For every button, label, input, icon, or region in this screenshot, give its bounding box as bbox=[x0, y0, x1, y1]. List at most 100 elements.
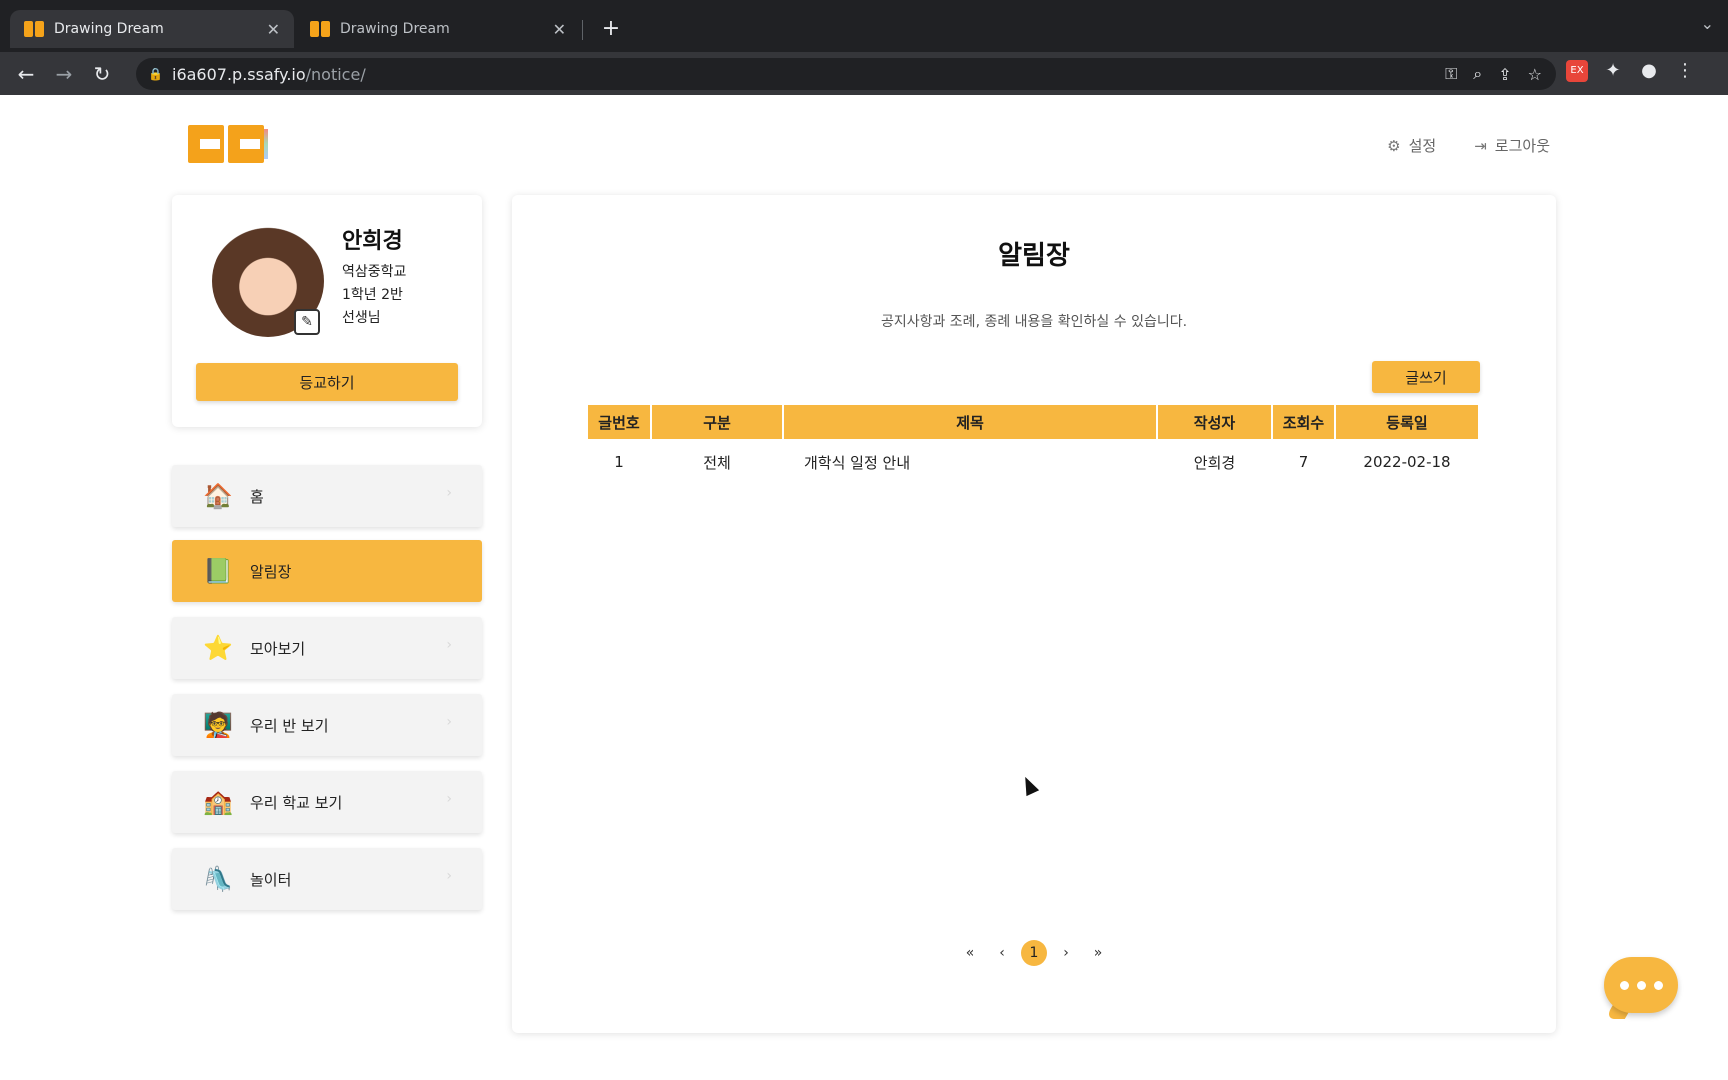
kebab-menu-icon[interactable]: ⋮ bbox=[1674, 60, 1696, 82]
column-header-date: 등록일 bbox=[1336, 405, 1478, 439]
pagination-prev-button[interactable]: ‹ bbox=[989, 940, 1015, 966]
forward-arrow-icon[interactable]: → bbox=[50, 60, 78, 88]
notice-panel: 알림장 공지사항과 조례, 종례 내용을 확인하실 수 있습니다. 글쓰기 글번… bbox=[512, 195, 1556, 1033]
cell-author: 안희경 bbox=[1193, 453, 1236, 472]
logout-link[interactable]: ⇥ 로그아웃 bbox=[1474, 135, 1550, 156]
chat-dot bbox=[1636, 980, 1646, 990]
reload-icon[interactable]: ↻ bbox=[88, 60, 116, 88]
table-row[interactable]: 1 전체 개학식 일정 안내 안희경 7 2022-02-18 bbox=[588, 439, 1478, 485]
column-header-number: 글번호 bbox=[588, 405, 650, 439]
address-bar[interactable]: 🔒 i6a607.p.ssafy.io /notice/ ⚿ ⌕ ⇪ ☆ bbox=[136, 58, 1556, 90]
settings-link[interactable]: ⚙ 설정 bbox=[1387, 135, 1436, 156]
column-header-title: 제목 bbox=[784, 405, 1156, 439]
tab-strip: Drawing Dream ✕ Drawing Dream ✕ + ⌄ bbox=[0, 0, 1728, 52]
header-links: ⚙ 설정 ⇥ 로그아웃 bbox=[1387, 135, 1550, 156]
page-title: 알림장 bbox=[998, 241, 1070, 271]
sidebar-item-our-school[interactable]: 🏫 우리 학교 보기 › bbox=[172, 771, 482, 833]
pagination: « ‹ 1 › » bbox=[512, 940, 1556, 966]
omnibox-actions: ⚿ ⌕ ⇪ ☆ bbox=[1445, 58, 1556, 90]
house-icon: 🏠 bbox=[203, 482, 233, 510]
sidebar-item-home[interactable]: 🏠 홈 › bbox=[172, 465, 482, 527]
cell-views: 7 bbox=[1298, 453, 1309, 471]
drawing-dream-logo[interactable] bbox=[188, 125, 268, 163]
lock-icon: 🔒 bbox=[148, 67, 163, 81]
table-header-row: 글번호 구분 제목 작성자 조회수 등록일 bbox=[588, 405, 1478, 439]
teacher-icon: 🧑‍🏫 bbox=[203, 711, 233, 739]
new-tab-button[interactable]: + bbox=[596, 14, 626, 44]
star-icon: ⭐ bbox=[203, 634, 233, 662]
page: ⚙ 설정 ⇥ 로그아웃 ✎ 안희경 역삼중학교 1학년 2반 선생님 등교하기 … bbox=[0, 95, 1728, 1080]
logo-notch bbox=[240, 139, 260, 149]
tab-search-chevron-icon[interactable]: ⌄ bbox=[1701, 14, 1714, 33]
sidebar-item-label: 우리 반 보기 bbox=[250, 716, 329, 735]
pagination-next-button[interactable]: › bbox=[1053, 940, 1079, 966]
edit-pencil-icon[interactable]: ✎ bbox=[294, 309, 320, 335]
logout-label: 로그아웃 bbox=[1494, 137, 1550, 155]
profile-icon[interactable]: ● bbox=[1638, 60, 1660, 82]
bookmark-star-icon[interactable]: ☆ bbox=[1528, 65, 1542, 84]
chevron-right-icon: › bbox=[446, 791, 452, 807]
sidebar-item-our-class[interactable]: 🧑‍🏫 우리 반 보기 › bbox=[172, 694, 482, 756]
sidebar-item-notice[interactable]: 📗 알림장 bbox=[172, 540, 482, 602]
url-path: /notice/ bbox=[305, 64, 366, 84]
notebook-icon: 📗 bbox=[203, 557, 233, 585]
tab-drawing-dream-active[interactable]: Drawing Dream ✕ bbox=[10, 10, 294, 48]
pagination-page-1[interactable]: 1 bbox=[1021, 940, 1047, 966]
extensions-puzzle-icon[interactable]: ✦ bbox=[1602, 60, 1624, 82]
chat-bubble-icon bbox=[1604, 957, 1678, 1013]
cell-number: 1 bbox=[614, 453, 624, 471]
column-header-views: 조회수 bbox=[1273, 405, 1334, 439]
profile-class: 1학년 2반 bbox=[342, 287, 403, 303]
sidebar-item-collection[interactable]: ⭐ 모아보기 › bbox=[172, 617, 482, 679]
pagination-last-button[interactable]: » bbox=[1085, 940, 1111, 966]
zoom-icon[interactable]: ⌕ bbox=[1473, 64, 1482, 84]
pagination-first-button[interactable]: « bbox=[957, 940, 983, 966]
notice-table: 글번호 구분 제목 작성자 조회수 등록일 1 전체 개학식 일정 안내 안희경… bbox=[586, 405, 1480, 485]
tab-close-icon[interactable]: ✕ bbox=[553, 20, 566, 39]
logo-notch bbox=[200, 139, 220, 149]
tab-separator bbox=[582, 20, 583, 40]
tab-close-icon[interactable]: ✕ bbox=[267, 20, 280, 39]
sidebar-item-label: 모아보기 bbox=[250, 639, 306, 658]
profile-name: 안희경 bbox=[342, 229, 403, 254]
cell-title-link[interactable]: 개학식 일정 안내 bbox=[784, 439, 1156, 485]
logo-stripe bbox=[264, 129, 268, 159]
school-icon: 🏫 bbox=[203, 788, 233, 816]
key-icon[interactable]: ⚿ bbox=[1445, 64, 1457, 84]
column-header-category: 구분 bbox=[652, 405, 782, 439]
profile-role: 선생님 bbox=[342, 310, 381, 326]
column-header-author: 작성자 bbox=[1158, 405, 1271, 439]
checkin-button[interactable]: 등교하기 bbox=[196, 363, 458, 401]
sidebar-item-playground[interactable]: 🛝 놀이터 › bbox=[172, 848, 482, 910]
browser-toolbar: ← → ↻ 🔒 i6a607.p.ssafy.io /notice/ ⚿ ⌕ ⇪… bbox=[0, 52, 1728, 95]
slide-icon: 🛝 bbox=[203, 865, 233, 893]
chevron-right-icon: › bbox=[446, 714, 452, 730]
extension-badge-icon[interactable]: EX bbox=[1566, 60, 1588, 82]
gear-icon: ⚙ bbox=[1387, 136, 1401, 155]
page-subtitle: 공지사항과 조례, 종례 내용을 확인하실 수 있습니다. bbox=[880, 314, 1188, 330]
chevron-right-icon: › bbox=[446, 868, 452, 884]
cell-category: 전체 bbox=[703, 453, 731, 472]
sidebar-item-label: 우리 학교 보기 bbox=[250, 793, 343, 812]
sidebar-item-label: 홈 bbox=[250, 487, 264, 506]
sidebar-item-label: 놀이터 bbox=[250, 870, 292, 889]
extensions-area: EX ✦ ● ⋮ bbox=[1566, 60, 1696, 82]
drawing-dream-favicon-icon bbox=[310, 21, 330, 37]
back-arrow-icon[interactable]: ← bbox=[12, 60, 40, 88]
logout-icon: ⇥ bbox=[1474, 136, 1487, 155]
write-button[interactable]: 글쓰기 bbox=[1372, 361, 1480, 393]
share-icon[interactable]: ⇪ bbox=[1498, 65, 1511, 84]
url-host: i6a607.p.ssafy.io bbox=[172, 64, 306, 84]
chat-dot bbox=[1619, 980, 1629, 990]
tab-title: Drawing Dream bbox=[54, 21, 164, 37]
chat-bubble-button[interactable] bbox=[1604, 957, 1678, 1019]
chevron-right-icon: › bbox=[446, 637, 452, 653]
sidebar-item-label: 알림장 bbox=[250, 562, 292, 581]
chat-dot bbox=[1653, 980, 1663, 990]
chevron-right-icon: › bbox=[446, 485, 452, 501]
tab-drawing-dream[interactable]: Drawing Dream ✕ bbox=[296, 10, 580, 48]
drawing-dream-favicon-icon bbox=[24, 21, 44, 37]
browser-chrome: Drawing Dream ✕ Drawing Dream ✕ + ⌄ ← → … bbox=[0, 0, 1728, 95]
settings-label: 설정 bbox=[1408, 137, 1437, 155]
tab-title: Drawing Dream bbox=[340, 21, 450, 37]
